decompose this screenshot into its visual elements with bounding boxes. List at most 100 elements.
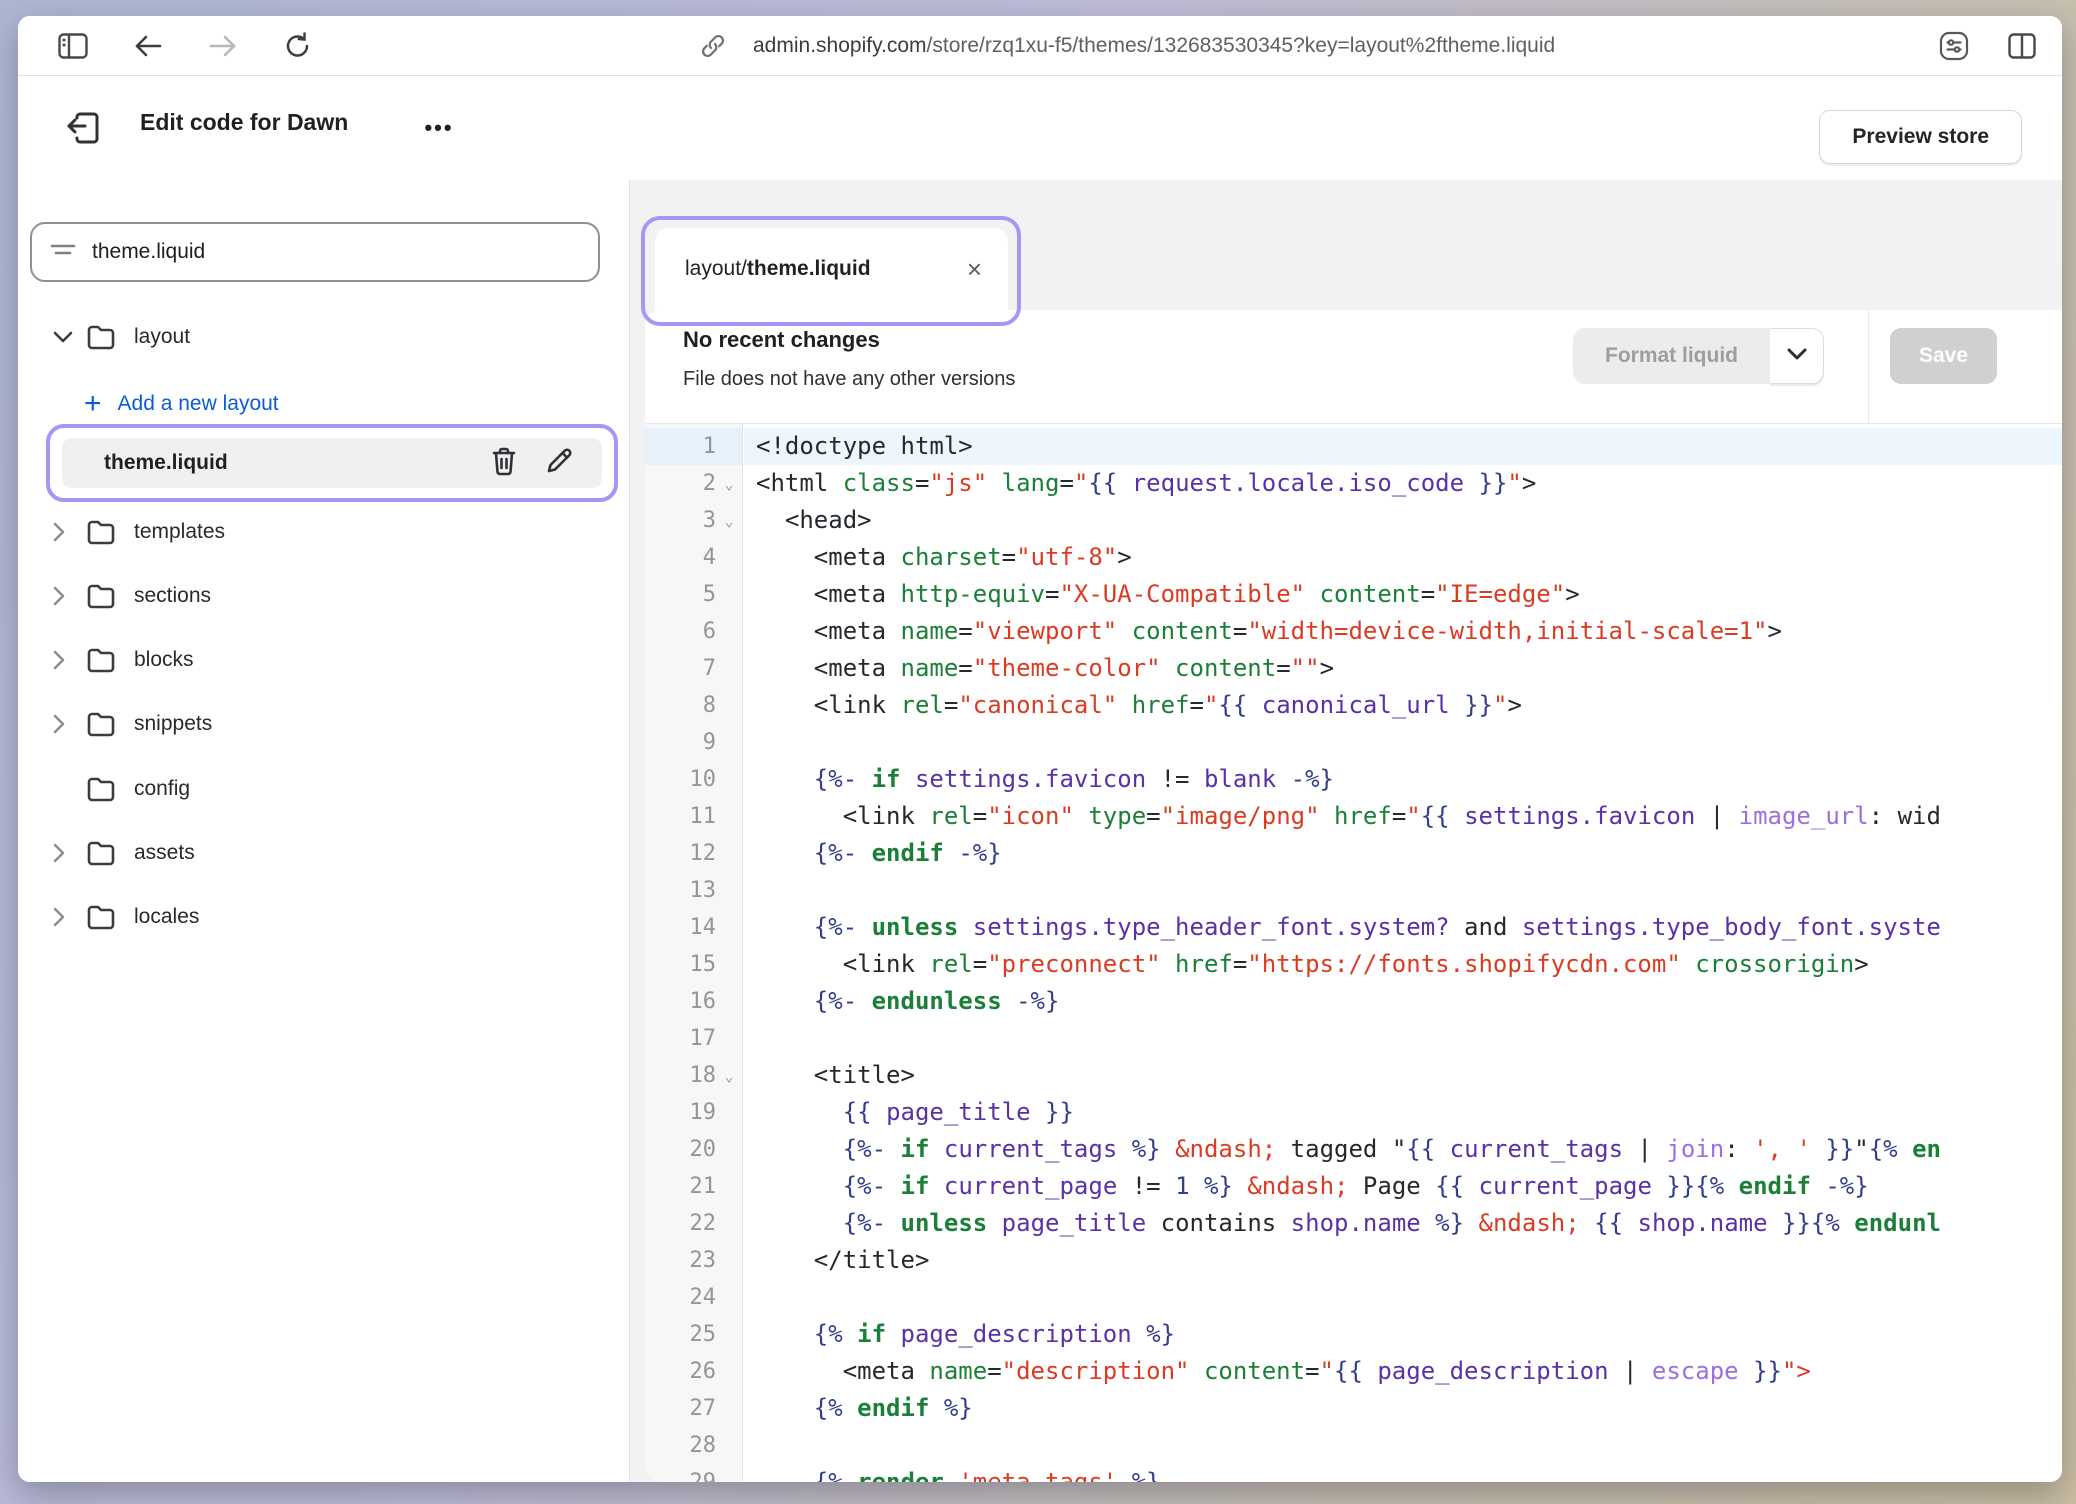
tree-item-add-a-new-layout[interactable]: + Add a new layout: [18, 378, 629, 430]
delete-file-icon[interactable]: [490, 446, 518, 481]
line-number: 16: [645, 983, 742, 1020]
chevron-right-icon[interactable]: [52, 521, 82, 543]
tree-item-label: snippets: [134, 712, 212, 736]
page-title: Edit code for Dawn: [140, 109, 348, 136]
code-line: [744, 1427, 2062, 1464]
chevron-right-icon[interactable]: [52, 649, 82, 671]
line-number: 7: [645, 650, 742, 687]
reload-icon[interactable]: [276, 24, 320, 68]
tree-item-assets[interactable]: assets: [18, 827, 629, 879]
line-number: 24: [645, 1279, 742, 1316]
browser-settings-icon[interactable]: [1932, 24, 1976, 68]
folder-icon: [86, 904, 116, 930]
chevron-right-icon[interactable]: [52, 585, 82, 607]
fold-toggle-icon[interactable]: ⌄: [716, 1067, 742, 1085]
tree-item-layout[interactable]: layout: [18, 311, 629, 363]
tree-item-label: assets: [134, 841, 195, 865]
chevron-right-icon[interactable]: [52, 842, 82, 864]
split-view-icon[interactable]: [2000, 24, 2044, 68]
code-editor[interactable]: 12⌄3⌄456789101112131415161718⌄1920212223…: [645, 424, 2062, 1482]
code-line: {%- endif -%}: [744, 835, 2062, 872]
line-number: 9: [645, 724, 742, 761]
more-menu-button[interactable]: •••: [413, 106, 465, 150]
line-number: 4: [645, 539, 742, 576]
sidebar-toggle-icon[interactable]: [51, 24, 95, 68]
save-button[interactable]: Save: [1890, 328, 1997, 384]
tree-item-label: theme.liquid: [104, 451, 228, 475]
format-liquid-label[interactable]: Format liquid: [1573, 328, 1770, 384]
tab-close-icon[interactable]: ×: [967, 256, 982, 282]
chevron-down-icon: [1787, 347, 1807, 365]
tab-theme-liquid[interactable]: layout/theme.liquid ×: [655, 228, 1008, 310]
code-line: <!doctype html>: [744, 428, 2062, 465]
line-number: 6: [645, 613, 742, 650]
tree-item-snippets[interactable]: snippets: [18, 698, 629, 750]
line-number: 17: [645, 1020, 742, 1057]
code-line: {%- if current_tags %} &ndash; tagged "{…: [744, 1131, 2062, 1168]
code-line: {% render 'meta-tags' %}: [744, 1464, 2062, 1482]
code-line: {%- if settings.favicon != blank -%}: [744, 761, 2062, 798]
line-number: 12: [645, 835, 742, 872]
tree-item-config[interactable]: config: [18, 763, 629, 815]
line-number: 26: [645, 1353, 742, 1390]
browser-window: admin.shopify.com/store/rzq1xu-f5/themes…: [18, 16, 2062, 1482]
code-lines[interactable]: <!doctype html><html class="js" lang="{{…: [744, 424, 2062, 1482]
code-line: <link rel="icon" type="image/png" href="…: [744, 798, 2062, 835]
folder-icon: [86, 776, 116, 802]
tree-item-templates[interactable]: templates: [18, 506, 629, 558]
line-number: 1: [645, 428, 742, 465]
code-line: [744, 724, 2062, 761]
chevron-right-icon[interactable]: [52, 906, 82, 928]
tree-item-label: Add a new layout: [118, 392, 279, 416]
chevron-down-icon[interactable]: [52, 330, 82, 344]
tree-item-locales[interactable]: locales: [18, 891, 629, 943]
code-line: {{ page_title }}: [744, 1094, 2062, 1131]
code-line: <meta http-equiv="X-UA-Compatible" conte…: [744, 576, 2062, 613]
tree-item-sections[interactable]: sections: [18, 570, 629, 622]
app-header: Edit code for Dawn ••• Preview store: [18, 76, 2062, 180]
code-line: <link rel="canonical" href="{{ canonical…: [744, 687, 2062, 724]
folder-icon: [86, 324, 116, 350]
tree-item-label: sections: [134, 584, 211, 608]
exit-editor-icon[interactable]: [58, 102, 110, 154]
desktop-background: admin.shopify.com/store/rzq1xu-f5/themes…: [0, 0, 2076, 1504]
back-icon[interactable]: [126, 24, 170, 68]
editor-panel-header: No recent changes File does not have any…: [645, 310, 2062, 424]
code-line: {% if page_description %}: [744, 1316, 2062, 1353]
tree-item-blocks[interactable]: blocks: [18, 634, 629, 686]
code-line: {%- endunless -%}: [744, 983, 2062, 1020]
chevron-right-icon[interactable]: [52, 713, 82, 735]
preview-store-button[interactable]: Preview store: [1819, 110, 2022, 164]
format-dropdown-button[interactable]: [1770, 328, 1824, 384]
code-line: [744, 872, 2062, 909]
line-number: 15: [645, 946, 742, 983]
line-number: 2⌄: [645, 465, 742, 502]
file-search-input[interactable]: theme.liquid: [30, 222, 600, 282]
code-line: {%- unless page_title contains shop.name…: [744, 1205, 2062, 1242]
browser-toolbar: admin.shopify.com/store/rzq1xu-f5/themes…: [18, 16, 2062, 76]
code-line: <html class="js" lang="{{ request.locale…: [744, 465, 2062, 502]
editor-panel: No recent changes File does not have any…: [645, 310, 2062, 1482]
url-bar[interactable]: admin.shopify.com/store/rzq1xu-f5/themes…: [753, 16, 1555, 76]
tree-item-theme.liquid-selected[interactable]: theme.liquid: [46, 424, 618, 502]
forward-icon[interactable]: [201, 24, 245, 68]
folder-icon: [86, 840, 116, 866]
fold-toggle-icon[interactable]: ⌄: [716, 475, 742, 493]
folder-icon: [86, 647, 116, 673]
plus-icon: +: [84, 389, 102, 419]
line-number: 10: [645, 761, 742, 798]
url-domain: admin.shopify.com: [753, 34, 927, 58]
status-subtitle: File does not have any other versions: [683, 368, 1015, 391]
line-number: 27: [645, 1390, 742, 1427]
line-number: 8: [645, 687, 742, 724]
line-number: 3⌄: [645, 502, 742, 539]
line-number-gutter: 12⌄3⌄456789101112131415161718⌄1920212223…: [645, 424, 743, 1482]
file-tree: layout + Add a new layout theme.liquid templ…: [18, 288, 629, 1482]
line-number: 5: [645, 576, 742, 613]
fold-toggle-icon[interactable]: ⌄: [716, 512, 742, 530]
file-sidebar: theme.liquid layout + Add a new layout them…: [18, 180, 630, 1482]
format-liquid-button[interactable]: Format liquid: [1573, 328, 1824, 384]
rename-file-icon[interactable]: [546, 446, 574, 481]
line-number: 11: [645, 798, 742, 835]
code-line: [744, 1020, 2062, 1057]
